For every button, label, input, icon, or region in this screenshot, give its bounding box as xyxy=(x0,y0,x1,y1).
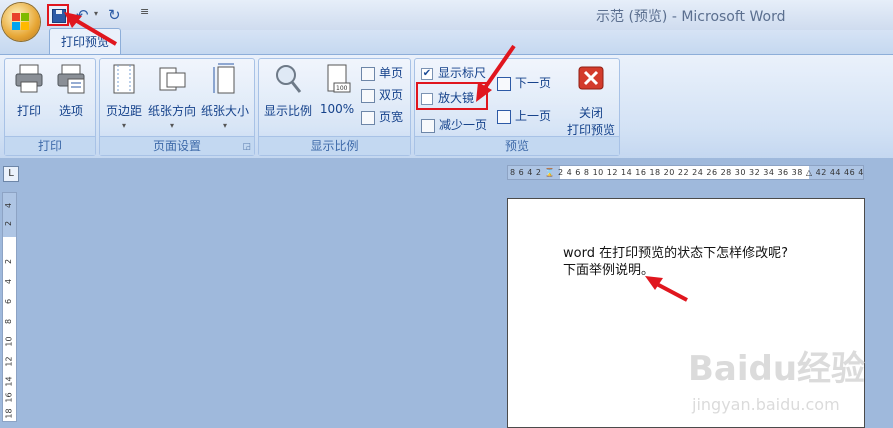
paper-size-icon xyxy=(213,63,235,94)
zoom-100-label: 100% xyxy=(319,102,355,116)
page-width-label: 页宽 xyxy=(379,110,404,124)
group-print-label: 打印 xyxy=(5,136,95,155)
vruler-tick: 12 xyxy=(4,356,14,367)
baidu-jingyan-watermark: Baidu经验 jingyan.baidu.com xyxy=(688,349,865,414)
options-icon xyxy=(57,64,85,94)
shrink-one-page-button[interactable]: 减少一页 xyxy=(421,115,487,135)
dialog-launcher-icon[interactable]: ◲ xyxy=(242,142,251,152)
print-label: 打印 xyxy=(16,104,41,118)
orientation-dropdown-icon: ▾ xyxy=(169,121,174,130)
page-width-button[interactable]: 页宽 xyxy=(361,107,403,127)
margins-label: 页边距 xyxy=(105,104,142,118)
zoom-100-button[interactable]: 100 100% xyxy=(317,63,357,116)
annotation-arrow-save xyxy=(64,12,118,46)
next-page-label: 下一页 xyxy=(515,76,552,90)
watermark-url: jingyan.baidu.com xyxy=(691,395,840,414)
top-margin-shade xyxy=(3,193,16,237)
magnifier-icon xyxy=(276,65,302,93)
watermark-brand: Baidu经验 xyxy=(688,349,865,389)
office-button[interactable] xyxy=(2,3,40,41)
two-pages-icon xyxy=(361,88,375,103)
prev-page-label: 上一页 xyxy=(515,109,552,123)
checkmark-icon: ✔ xyxy=(421,67,433,80)
zoom-label: 显示比例 xyxy=(263,104,312,118)
orientation-label: 纸张方向 xyxy=(147,104,196,118)
vruler-tick: 16 xyxy=(4,392,14,403)
orientation-icon xyxy=(159,67,186,91)
vruler-tick: 2 xyxy=(4,220,14,227)
vruler-tick: 10 xyxy=(4,336,14,347)
horizontal-ruler[interactable]: 8 6 4 2 ⌛ 2 4 6 8 10 12 14 16 18 20 22 2… xyxy=(507,165,864,180)
svg-text:100: 100 xyxy=(336,85,348,92)
zoom-button[interactable]: 显示比例 xyxy=(262,63,314,119)
vertical-ruler[interactable]: 4 2 2 4 6 8 10 12 14 16 18 xyxy=(2,192,17,422)
vruler-tick: 2 xyxy=(4,258,14,265)
options-button[interactable]: 选项 xyxy=(53,63,89,119)
paper-size-dropdown-icon: ▾ xyxy=(222,121,227,130)
horizontal-ruler-ticks: 8 6 4 2 ⌛ 2 4 6 8 10 12 14 16 18 20 22 2… xyxy=(510,168,864,177)
group-page-setup-label: 页面设置 xyxy=(100,136,254,155)
close-icon xyxy=(578,66,604,90)
one-page-button[interactable]: 单页 xyxy=(361,63,403,83)
zoom-100-icon: 100 xyxy=(327,64,351,93)
annotation-arrow-text xyxy=(645,276,688,302)
two-pages-button[interactable]: 双页 xyxy=(361,85,403,105)
group-preview-label: 预览 xyxy=(415,136,619,155)
paper-size-button[interactable]: 纸张大小 ▾ xyxy=(200,63,250,130)
margins-dropdown-icon: ▾ xyxy=(121,121,126,130)
close-preview-button[interactable]: 关闭 打印预览 xyxy=(565,65,617,138)
shrink-one-page-icon xyxy=(421,118,435,133)
margins-icon xyxy=(113,64,135,94)
vruler-tick: 14 xyxy=(4,376,14,387)
printer-icon xyxy=(15,64,43,93)
prev-page-icon xyxy=(497,109,511,124)
print-button[interactable]: 打印 xyxy=(11,63,47,119)
orientation-button[interactable]: 纸张方向 ▾ xyxy=(147,63,197,130)
options-label: 选项 xyxy=(58,104,83,118)
close-label-line1: 关闭 xyxy=(578,106,603,120)
vruler-tick: 4 xyxy=(4,278,14,285)
margins-button[interactable]: 页边距 ▾ xyxy=(104,63,144,130)
annotation-arrow-magnifier xyxy=(476,44,516,102)
group-print: 打印 选项 打印 xyxy=(4,58,96,156)
one-page-icon xyxy=(361,66,375,81)
vruler-tick: 4 xyxy=(4,202,14,209)
page-width-icon xyxy=(361,110,375,125)
document-line-1: word 在打印预览的状态下怎样修改呢? xyxy=(563,246,788,261)
prev-page-button[interactable]: 上一页 xyxy=(497,106,551,126)
ribbon-tab-strip xyxy=(0,30,893,54)
office-logo-icon xyxy=(12,13,30,31)
group-zoom-label: 显示比例 xyxy=(259,136,410,155)
shrink-one-page-label: 减少一页 xyxy=(439,118,488,132)
paper-size-label: 纸张大小 xyxy=(200,104,249,118)
customize-quick-access-icon[interactable]: ≡ xyxy=(140,5,149,18)
tab-selector-button[interactable]: L xyxy=(3,166,19,182)
vruler-tick: 6 xyxy=(4,298,14,305)
two-pages-label: 双页 xyxy=(379,88,404,102)
group-zoom: 显示比例 100 100% 单页 双页 页宽 显示比例 xyxy=(258,58,411,156)
vruler-tick: 18 xyxy=(4,408,14,419)
group-page-setup: 页边距 ▾ 纸张方向 ▾ 纸张大小 ▾ 页面设置 ◲ xyxy=(99,58,255,156)
vruler-tick: 8 xyxy=(4,318,14,325)
window-title: 示范 (预览) - Microsoft Word xyxy=(596,9,786,25)
one-page-label: 单页 xyxy=(379,66,404,80)
